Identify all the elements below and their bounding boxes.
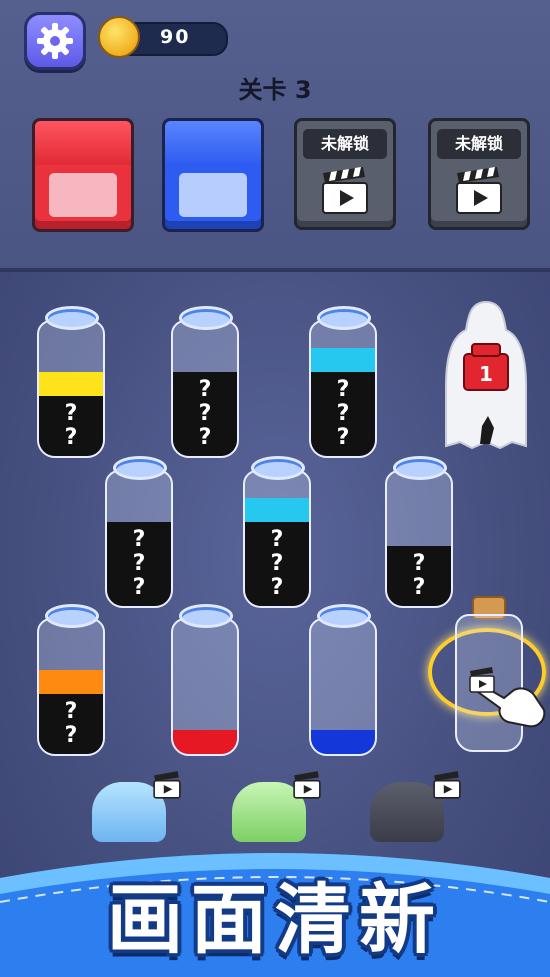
lock-count-badge: 1 (479, 362, 493, 386)
bottle-neck (179, 306, 233, 330)
hidden-layer-marker: ? ? ? (270, 527, 284, 600)
hidden-layer-marker: ? ? (412, 551, 426, 600)
bottle[interactable] (306, 604, 377, 756)
liquid-layer (173, 730, 237, 754)
locked-label: 未解锁 (437, 129, 521, 159)
bottle-neck (317, 306, 371, 330)
bottle-neck (45, 604, 99, 628)
bottle-body: ? ? ? (243, 470, 311, 608)
video-clapper-icon (153, 771, 181, 799)
bottle-neck (317, 604, 371, 628)
color-slot-blue[interactable] (162, 118, 264, 232)
video-clapper-icon (293, 771, 321, 799)
bottle-body: ? ? (37, 618, 105, 756)
bottle-body: ? ? ? (105, 470, 173, 608)
bottle[interactable]: ? ? ? (240, 456, 311, 608)
bottle[interactable] (168, 604, 239, 756)
liquid-layer (311, 730, 375, 754)
bottle[interactable]: ? ? ? (168, 306, 239, 458)
color-slot-red[interactable] (32, 118, 134, 232)
bottle[interactable]: ? ? (382, 456, 453, 608)
bottle-neck (251, 456, 305, 480)
hidden-layer-marker: ? ? ? (336, 377, 350, 450)
bottle-body (309, 618, 377, 756)
bottle-neck (179, 604, 233, 628)
bottle-body: ? ? (37, 320, 105, 458)
liquid-layer (39, 670, 103, 694)
liquid-layer (311, 348, 375, 372)
bottle-body (171, 618, 239, 756)
locked-slot-2[interactable]: 未解锁 (428, 118, 530, 230)
settings-button[interactable] (24, 12, 86, 70)
gear-icon (37, 23, 73, 59)
bottle-neck (113, 456, 167, 480)
bottle-neck (45, 306, 99, 330)
bottle[interactable]: ? ? (34, 604, 105, 756)
video-clapper-icon (456, 167, 502, 214)
level-title: 关卡 3 (238, 76, 312, 104)
coin-icon (98, 16, 140, 58)
hidden-layer-marker: ? ? ? (132, 527, 146, 600)
box-lid (35, 121, 131, 165)
video-clapper-icon (433, 771, 461, 799)
bottle[interactable]: ? ? (34, 306, 105, 458)
promo-banner-text: 画面清新 (107, 875, 443, 964)
locked-label: 未解锁 (303, 129, 387, 159)
video-clapper-icon (322, 167, 368, 214)
coin-amount: 90 (160, 26, 191, 48)
liquid-layer (39, 372, 103, 396)
locked-slot-1[interactable]: 未解锁 (294, 118, 396, 230)
bottle-neck (393, 456, 447, 480)
bottle[interactable]: ? ? ? (102, 456, 173, 608)
bottle-body: ? ? (385, 470, 453, 608)
small-clapper-icon (469, 667, 495, 693)
bottle[interactable]: ? ? ? (306, 306, 377, 458)
box-card (49, 173, 117, 217)
bottle-body: ? ? ? (309, 320, 377, 458)
liquid-layer (245, 498, 309, 522)
hidden-layer-marker: ? ? ? (198, 377, 212, 450)
bottle-body: ? ? ? (171, 320, 239, 458)
hidden-layer-marker: ? ? (64, 401, 78, 450)
hidden-layer-marker: ? ? (64, 699, 78, 748)
box-lid (165, 121, 261, 165)
box-card (179, 173, 247, 217)
